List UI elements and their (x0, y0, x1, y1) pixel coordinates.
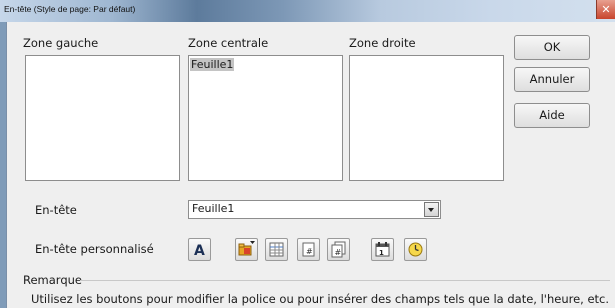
window-title: En-tête (Style de page: Par défaut) (4, 4, 136, 14)
ok-button[interactable]: OK (514, 35, 590, 60)
zone-center-label: Zone centrale (188, 36, 269, 50)
time-button[interactable] (404, 238, 427, 261)
page-count-icon: # (331, 241, 346, 258)
time-icon (408, 242, 423, 257)
sheet-name-icon (269, 242, 284, 257)
zone-right-editor[interactable] (349, 55, 504, 181)
custom-header-label: En-tête personnalisé (35, 242, 154, 256)
dropdown-arrow-icon[interactable] (424, 202, 439, 217)
zone-right-label: Zone droite (349, 36, 416, 50)
zone-left-label: Zone gauche (23, 36, 99, 50)
text-attributes-button[interactable]: A (188, 238, 211, 261)
remark-text: Utilisez les boutons pour modifier la po… (31, 292, 610, 306)
page-number-button[interactable]: # (297, 238, 320, 261)
svg-text:#: # (335, 248, 342, 257)
font-attributes-icon: A (194, 243, 205, 258)
header-label: En-tête (35, 203, 77, 217)
date-button[interactable]: 1 (371, 238, 394, 261)
svg-text:1: 1 (379, 249, 384, 257)
zone-left-editor[interactable] (25, 55, 180, 181)
remark-label: Remarque (23, 273, 82, 287)
close-button[interactable]: ✕ (596, 0, 615, 19)
remark-divider (80, 280, 610, 281)
page-number-icon: # (302, 242, 315, 257)
sheet-name-button[interactable] (265, 238, 288, 261)
title-bar: En-tête (Style de page: Par défaut) ✕ (0, 0, 615, 22)
file-name-button[interactable] (235, 238, 258, 261)
page-count-button[interactable]: # (327, 238, 350, 261)
zone-center-content[interactable]: Feuille1 (190, 58, 235, 71)
file-name-icon (238, 241, 255, 256)
svg-text:A: A (194, 243, 205, 258)
svg-text:#: # (306, 247, 313, 256)
header-select[interactable]: Feuille1 (188, 200, 441, 219)
zone-center-editor[interactable]: Feuille1 (188, 55, 343, 181)
cancel-button[interactable]: Annuler (514, 67, 590, 92)
help-button[interactable]: Aide (514, 103, 590, 128)
header-dialog: Zone gauche Zone centrale Zone droite Fe… (6, 22, 615, 308)
date-icon: 1 (375, 242, 390, 257)
header-select-value: Feuille1 (192, 202, 235, 215)
